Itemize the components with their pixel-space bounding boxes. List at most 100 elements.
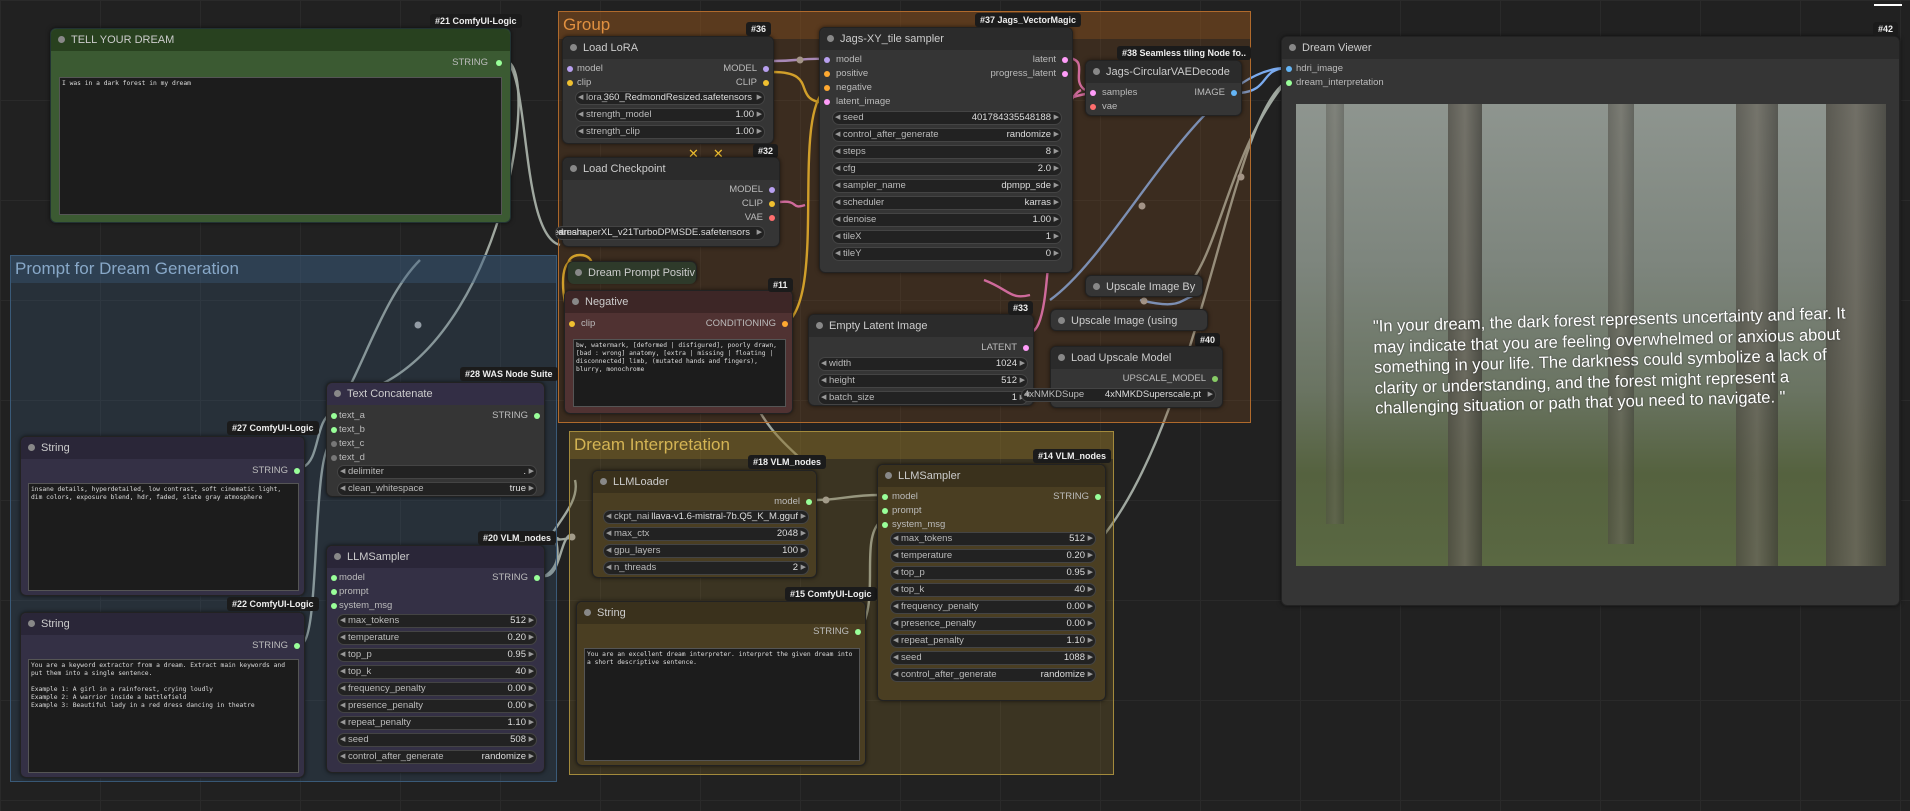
output-model-port[interactable] <box>769 187 775 193</box>
interpreter-prompt-text-area[interactable]: You are an excellent dream interpreter. … <box>584 648 860 761</box>
output-string-port[interactable] <box>294 643 300 649</box>
frequency-penalty-widget[interactable]: frequency_penalty0.00 <box>337 682 537 696</box>
output-progress-latent-port[interactable] <box>1062 71 1068 77</box>
clean-whitespace-widget[interactable]: clean_whitespacetrue <box>337 482 537 496</box>
max-tokens-widget[interactable]: max_tokens512 <box>890 532 1096 546</box>
control-after-generate-widget[interactable]: control_after_generaterandomize <box>832 128 1062 142</box>
node-xy-tile-sampler[interactable]: Jags-XY_tile sampler model positive nega… <box>819 27 1073 273</box>
input-system-msg-port[interactable] <box>882 522 888 528</box>
top-p-widget[interactable]: top_p0.95 <box>337 648 537 662</box>
output-vae-port[interactable] <box>769 215 775 221</box>
top-k-widget[interactable]: top_k40 <box>890 583 1096 597</box>
input-text-c-port[interactable] <box>331 441 337 447</box>
node-negative[interactable]: Negative clip CONDITIONING bw, watermark… <box>564 290 793 414</box>
input-prompt-port[interactable] <box>331 589 337 595</box>
lora-name-widget[interactable]: lora_360_RedmondResized.safetensors <box>575 91 765 105</box>
strength-clip-widget[interactable]: strength_clip1.00 <box>575 125 765 139</box>
input-text-a-port[interactable] <box>331 413 337 419</box>
node-canvas[interactable]: Group Prompt for Dream Generation Dream … <box>0 0 1910 811</box>
output-image-port[interactable] <box>1231 90 1237 96</box>
max-ctx-widget[interactable]: max_ctx2048 <box>603 527 809 541</box>
input-model-port[interactable] <box>882 494 888 500</box>
presence-penalty-widget[interactable]: presence_penalty0.00 <box>337 699 537 713</box>
gpu-layers-widget[interactable]: gpu_layers100 <box>603 544 809 558</box>
input-negative-port[interactable] <box>824 85 830 91</box>
seed-widget[interactable]: seed401784335548188 <box>832 111 1062 125</box>
repeat-penalty-widget[interactable]: repeat_penalty1.10 <box>337 716 537 730</box>
strength-model-widget[interactable]: strength_model1.00 <box>575 108 765 122</box>
input-vae-port[interactable] <box>1090 104 1096 110</box>
node-string-interpreter-system[interactable]: String STRING You are an excellent dream… <box>576 601 866 766</box>
model-name-widget[interactable]: 4xNMKDSupe4xNMKDSuperscale.pt <box>1021 388 1216 402</box>
temperature-widget[interactable]: temperature0.20 <box>337 631 537 645</box>
temperature-widget[interactable]: temperature0.20 <box>890 549 1096 563</box>
input-text-b-port[interactable] <box>331 427 337 433</box>
max-tokens-widget[interactable]: max_tokens512 <box>337 614 537 628</box>
dream-text-area[interactable]: I was in a dark forest in my dream <box>59 77 502 215</box>
output-model-port[interactable] <box>806 499 812 505</box>
output-string-port[interactable] <box>294 468 300 474</box>
delimiter-widget[interactable]: delimiter. <box>337 465 537 479</box>
node-empty-latent-image[interactable]: Empty Latent Image LATENT width1024 heig… <box>808 314 1034 406</box>
presence-penalty-widget[interactable]: presence_penalty0.00 <box>890 617 1096 631</box>
top-p-widget[interactable]: top_p0.95 <box>890 566 1096 580</box>
output-latent-port[interactable] <box>1062 57 1068 63</box>
input-model-port[interactable] <box>824 57 830 63</box>
input-latent-image-port[interactable] <box>824 99 830 105</box>
control-after-generate-widget[interactable]: control_after_generaterandomize <box>890 668 1096 682</box>
seed-widget[interactable]: seed508 <box>337 733 537 747</box>
output-clip-port[interactable] <box>769 201 775 207</box>
ckpt-name-widget[interactable]: ckpt_naillava-v1.6-mistral-7b.Q5_K_M.ggu… <box>603 510 809 524</box>
node-load-lora[interactable]: Load LoRA model clip MODEL CLIP lora_360… <box>562 36 774 144</box>
node-upscale-image-by[interactable]: Upscale Image By <box>1085 275 1203 297</box>
minimap-indicator[interactable] <box>1874 4 1902 6</box>
input-model-port[interactable] <box>567 66 573 72</box>
input-text-d-port[interactable] <box>331 455 337 461</box>
input-system-msg-port[interactable] <box>331 603 337 609</box>
style-text-area[interactable]: insane details, hyperdetailed, low contr… <box>28 483 299 591</box>
system-prompt-text-area[interactable]: You are a keyword extractor from a dream… <box>28 659 299 773</box>
node-load-upscale-model[interactable]: Load Upscale Model UPSCALE_MODEL 4xNMKDS… <box>1021 346 1223 408</box>
n-threads-widget[interactable]: n_threads2 <box>603 561 809 575</box>
input-clip-port[interactable] <box>569 321 575 327</box>
input-dream-interpretation-port[interactable] <box>1286 80 1292 86</box>
node-text-concatenate[interactable]: Text Concatenate text_a text_b text_c te… <box>326 382 545 497</box>
node-llm-loader[interactable]: LLMLoader model ckpt_naillava-v1.6-mistr… <box>592 470 817 578</box>
node-tell-your-dream[interactable]: TELL YOUR DREAM STRING I was in a dark f… <box>50 28 511 223</box>
dream-image-preview[interactable]: "In your dream, the dark forest represen… <box>1296 104 1886 566</box>
output-string-port[interactable] <box>1095 494 1101 500</box>
negative-prompt-text[interactable]: bw, watermark, [deformed | disfigured], … <box>573 339 786 407</box>
input-samples-port[interactable] <box>1090 90 1096 96</box>
steps-widget[interactable]: steps8 <box>832 145 1062 159</box>
top-k-widget[interactable]: top_k40 <box>337 665 537 679</box>
denoise-widget[interactable]: denoise1.00 <box>832 213 1062 227</box>
seed-widget[interactable]: seed1088 <box>890 651 1096 665</box>
node-circular-vae-decode[interactable]: Jags-CircularVAEDecode samples vae IMAGE <box>1085 60 1242 116</box>
output-clip-port[interactable] <box>763 80 769 86</box>
node-string-style[interactable]: String STRING insane details, hyperdetai… <box>20 436 305 596</box>
cfg-widget[interactable]: cfg2.0 <box>832 162 1062 176</box>
output-latent-port[interactable] <box>1023 345 1029 351</box>
input-prompt-port[interactable] <box>882 508 888 514</box>
input-positive-port[interactable] <box>824 71 830 77</box>
output-string-port[interactable] <box>534 575 540 581</box>
batch-size-widget[interactable]: batch_size1 <box>818 391 1028 405</box>
output-string-port[interactable] <box>855 629 861 635</box>
repeat-penalty-widget[interactable]: repeat_penalty1.10 <box>890 634 1096 648</box>
node-string-keyword-system[interactable]: String STRING You are a keyword extracto… <box>20 612 305 778</box>
control-after-generate-widget[interactable]: control_after_generaterandomize <box>337 750 537 764</box>
width-widget[interactable]: width1024 <box>818 357 1028 371</box>
frequency-penalty-widget[interactable]: frequency_penalty0.00 <box>890 600 1096 614</box>
scheduler-widget[interactable]: schedulerkarras <box>832 196 1062 210</box>
output-conditioning-port[interactable] <box>782 321 788 327</box>
output-string-port[interactable] <box>534 413 540 419</box>
output-model-port[interactable] <box>763 66 769 72</box>
node-upscale-image-using[interactable]: Upscale Image (using <box>1050 309 1208 331</box>
input-clip-port[interactable] <box>567 80 573 86</box>
tiley-widget[interactable]: tileY0 <box>832 247 1062 261</box>
input-hdri-image-port[interactable] <box>1286 66 1292 72</box>
output-upscale-model-port[interactable] <box>1212 376 1218 382</box>
tilex-widget[interactable]: tileX1 <box>832 230 1062 244</box>
node-load-checkpoint[interactable]: Load Checkpoint MODEL CLIP VAE dreamdrea… <box>555 157 780 247</box>
output-string-port[interactable] <box>496 60 502 66</box>
